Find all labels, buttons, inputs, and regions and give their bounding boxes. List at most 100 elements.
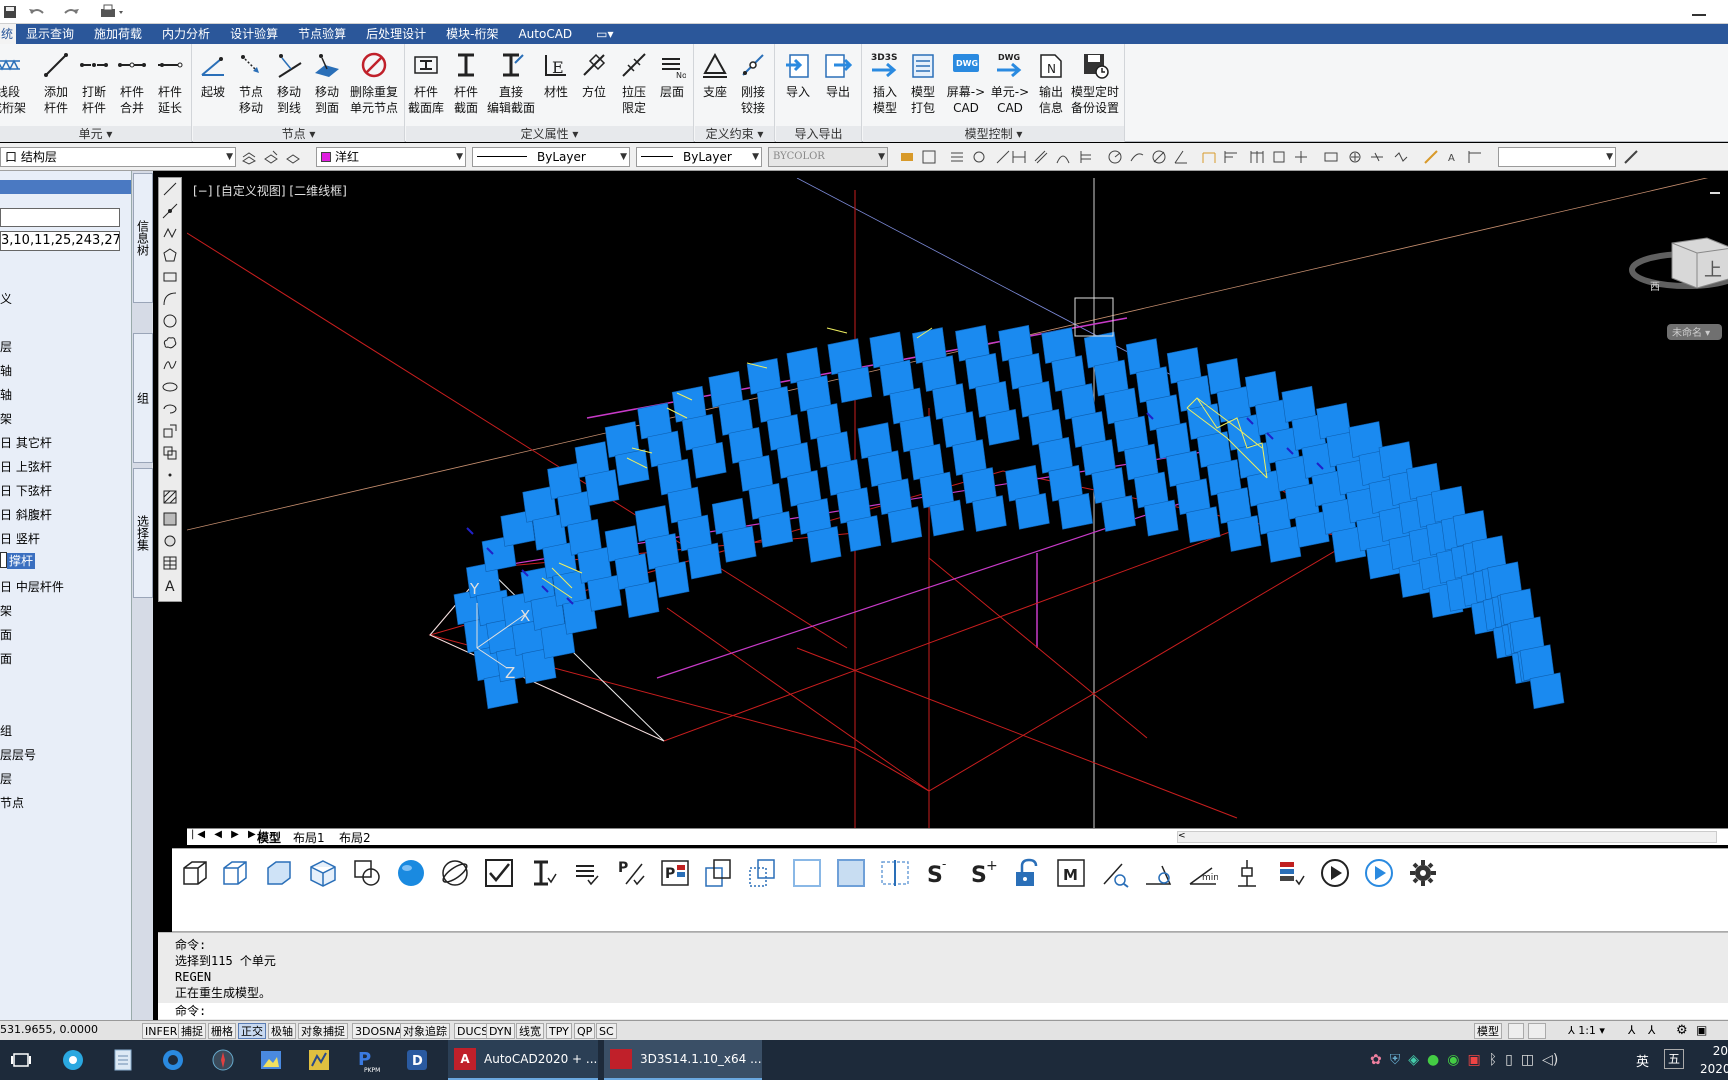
status-toggle-0[interactable]: INFER <box>142 1023 181 1039</box>
tree-item[interactable]: 层 <box>0 338 12 355</box>
ribbon-group-title[interactable]: 单元 ▾ <box>0 126 191 142</box>
break-member-button[interactable]: 打断 杆件 <box>74 50 114 130</box>
import-button[interactable]: 导入 <box>778 50 818 130</box>
dim-update-icon[interactable] <box>1466 148 1484 166</box>
ime-indicator[interactable]: 英 <box>1636 1051 1649 1070</box>
tree-item[interactable]: 节点 <box>0 794 24 811</box>
status-toggle-5[interactable]: 对象捕捉 <box>298 1023 348 1039</box>
selection-ids-field[interactable]: 3,10,11,25,243,278 <box>0 231 120 251</box>
frame-icon[interactable] <box>790 855 824 891</box>
unlock-icon[interactable] <box>1010 855 1044 891</box>
orbit-icon[interactable] <box>438 855 472 891</box>
compass-app-icon[interactable] <box>208 1046 238 1074</box>
taskbar-app-autocad[interactable]: A AutoCAD2020 + ... <box>448 1040 598 1080</box>
insert-block-icon[interactable] <box>159 420 181 442</box>
layer-dropdown[interactable]: 口 结构层 ▼ <box>0 147 236 167</box>
box-wire-icon[interactable] <box>218 855 252 891</box>
status-toggle-2[interactable]: 栅格 <box>208 1023 236 1039</box>
photos-icon[interactable] <box>256 1046 286 1074</box>
export-button[interactable]: 导出 <box>818 50 858 130</box>
dim-linear-icon[interactable] <box>1010 148 1028 166</box>
ime-mode-indicator[interactable]: 五 <box>1664 1049 1684 1069</box>
overlap-dashed-icon[interactable] <box>746 855 780 891</box>
tree-item-other-members[interactable]: 日 其它杆 <box>0 434 52 451</box>
ribbon-group-title[interactable]: 定义约束 ▾ <box>695 126 774 142</box>
box-3d-icon[interactable] <box>178 855 212 891</box>
pkpm-icon[interactable]: P PKPM <box>354 1046 384 1074</box>
menu-item-display-query[interactable]: 显示查询 <box>16 24 84 44</box>
tray-wechat-icon[interactable]: ● <box>1427 1052 1439 1068</box>
polyline-icon[interactable] <box>159 222 181 244</box>
notepad-icon[interactable] <box>108 1046 138 1074</box>
horizontal-scrollbar[interactable]: < <box>1177 831 1717 843</box>
command-input[interactable]: 命令: <box>158 1003 1728 1019</box>
toolbar-icon[interactable] <box>970 148 988 166</box>
revcloud-icon[interactable] <box>159 332 181 354</box>
screen-to-cad-button[interactable]: DWG 屏幕-> CAD <box>943 50 989 130</box>
auto-scale-icon[interactable]: ⅄ <box>1648 1023 1655 1037</box>
s-plus-icon[interactable]: S + <box>966 855 1000 891</box>
node-move-button[interactable]: 节点 移动 <box>231 50 271 130</box>
tree-item[interactable]: 面 <box>0 626 12 643</box>
chart-app-icon[interactable] <box>304 1046 334 1074</box>
tab-selection-set[interactable]: 选择集 <box>133 468 153 598</box>
status-toggle-10[interactable]: 线宽 <box>516 1023 544 1039</box>
polygon-icon[interactable] <box>159 244 181 266</box>
min-angle-icon[interactable]: min <box>1186 855 1220 891</box>
lock-icon[interactable]: ▣ <box>1696 1023 1707 1037</box>
s-minus-icon[interactable]: S- <box>922 855 956 891</box>
section-check-icon[interactable] <box>526 855 560 891</box>
slope-button[interactable]: 起坡 <box>193 50 233 130</box>
status-toggle-1[interactable]: 捕捉 <box>178 1023 206 1039</box>
tree-item-top-chord[interactable]: 日 上弦杆 <box>0 458 52 475</box>
plotstyle-dropdown[interactable]: BYCOLOR ▼ <box>768 147 888 167</box>
spline-icon[interactable] <box>159 354 181 376</box>
taskbar-app-3d3s[interactable]: 3D3S14.1.10_x64 ... <box>604 1040 762 1080</box>
tray-bluetooth-icon[interactable]: ᛒ <box>1489 1052 1497 1068</box>
tree-item-middle-layer[interactable]: 日 中层杆件 <box>0 578 64 595</box>
table-icon[interactable] <box>159 552 181 574</box>
ribbon-group-title[interactable]: 模型控制 ▾ <box>863 126 1124 142</box>
dim-ordinate-icon[interactable] <box>1076 148 1094 166</box>
menu-item-autocad[interactable]: AutoCAD <box>508 24 582 44</box>
tab-info-tree[interactable]: 信息树 <box>133 173 153 303</box>
tray-security-icon[interactable]: ◈ <box>1408 1052 1419 1068</box>
gradient-icon[interactable] <box>159 508 181 530</box>
viewport-minimize-icon[interactable] <box>1710 192 1720 194</box>
dim-text-edit-icon[interactable]: A <box>1444 148 1462 166</box>
member-section-button[interactable]: 杆件 截面 <box>446 50 486 130</box>
ribbon-group-title[interactable]: 定义属性 ▾ <box>406 126 693 142</box>
rectangle-icon[interactable] <box>159 266 181 288</box>
ellipse-arc-icon[interactable] <box>159 398 181 420</box>
tray-volume-icon[interactable]: ◁) <box>1542 1052 1558 1068</box>
redo-icon[interactable] <box>56 2 86 22</box>
ellipse-icon[interactable] <box>159 376 181 398</box>
plug-icon[interactable] <box>1230 855 1264 891</box>
matrix-icon[interactable]: M <box>1054 855 1088 891</box>
viewport-label[interactable]: [−] [自定义视图] [二维线框] <box>193 182 347 199</box>
annotation-visibility-icon[interactable]: ⅄ <box>1628 1023 1635 1037</box>
color-dropdown[interactable]: 洋红 ▼ <box>316 147 466 167</box>
tab-layout2[interactable]: 布局2 <box>339 829 371 846</box>
tree-item-vertical[interactable]: 日 竖杆 <box>0 530 40 547</box>
ribbon-group-title[interactable]: 节点 ▾ <box>193 126 404 142</box>
undo-icon[interactable] <box>22 2 52 22</box>
menu-item-workspace[interactable]: ▭▾ <box>582 24 627 44</box>
play-blue-icon[interactable] <box>1362 855 1396 891</box>
status-toggle-9[interactable]: DYN <box>486 1023 515 1039</box>
measure-node-icon[interactable] <box>1098 855 1132 891</box>
menu-item-apply-load[interactable]: 施加荷载 <box>84 24 152 44</box>
workspace-gear-icon[interactable]: ⚙ <box>1676 1023 1688 1038</box>
dim-baseline-icon[interactable] <box>1222 148 1240 166</box>
tray-network-icon[interactable]: ◫ <box>1521 1052 1534 1068</box>
merge-member-button[interactable]: 杆件 合并 <box>112 50 152 130</box>
app-flower-icon[interactable] <box>58 1046 88 1074</box>
report-icon[interactable]: P <box>658 855 692 891</box>
status-toggle-3[interactable]: 正交 <box>238 1023 266 1039</box>
menu-item-design-check[interactable]: 设计验算 <box>220 24 288 44</box>
dimstyle-dropdown[interactable]: ▼ <box>1498 147 1616 167</box>
shapes-icon[interactable] <box>350 855 384 891</box>
dim-radius-icon[interactable] <box>1106 148 1124 166</box>
menu-item-truss-module[interactable]: 模块-桁架 <box>436 24 508 44</box>
insert-model-button[interactable]: 3D3S 插入 模型 <box>865 50 905 130</box>
